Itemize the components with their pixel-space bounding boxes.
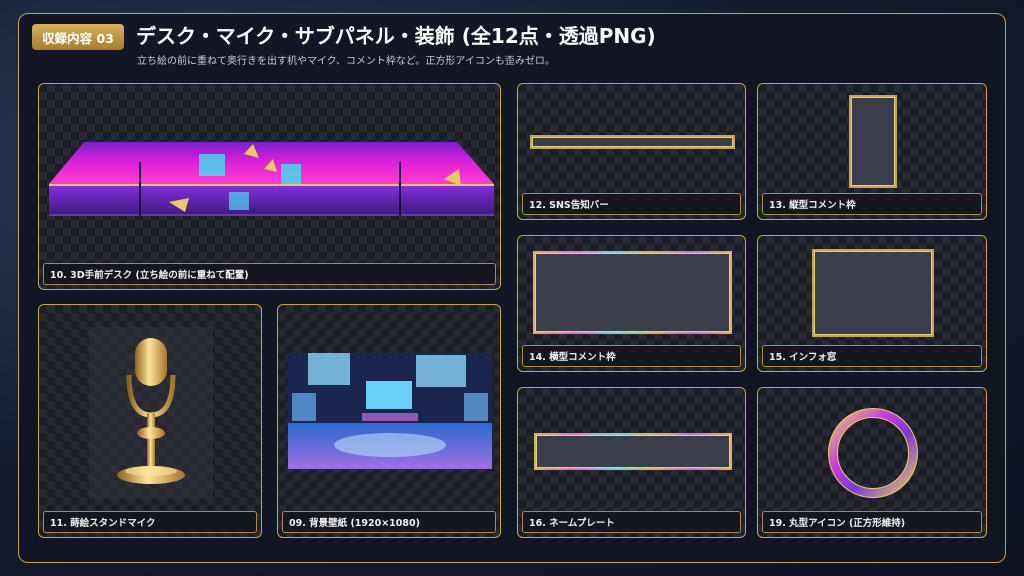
page-title: デスク・マイク・サブパネル・装飾 (全12点・透過PNG) [136,24,656,48]
card-nameplate[interactable]: 16. ネームプレート [517,387,746,538]
nameplate-image [534,433,732,470]
card-microphone-label: 11. 蒔絵スタンドマイク [43,511,257,533]
card-desk-label: 10. 3D手前デスク (立ち絵の前に重ねて配置) [43,263,496,285]
card-wallpaper[interactable]: 09. 背景壁紙 (1920×1080) [277,304,501,538]
card-horizontal-comment-label: 14. 横型コメント枠 [522,345,741,367]
card-microphone[interactable]: 11. 蒔絵スタンドマイク [38,304,262,538]
vertical-comment-image [849,95,897,188]
microphone-image [89,327,213,499]
desk-image [49,142,494,216]
card-info-window-label: 15. インフォ窓 [762,345,982,367]
round-icon-image [828,408,918,498]
card-horizontal-comment[interactable]: 14. 横型コメント枠 [517,235,746,372]
card-vertical-comment[interactable]: 13. 縦型コメント枠 [757,83,987,220]
card-wallpaper-label: 09. 背景壁紙 (1920×1080) [282,511,496,533]
horizontal-comment-image [533,251,732,334]
wallpaper-image [288,353,492,469]
sns-bar-image [530,135,735,149]
card-desk[interactable]: 10. 3D手前デスク (立ち絵の前に重ねて配置) [38,83,501,290]
section-badge: 収録内容 03 [32,24,124,50]
card-info-window[interactable]: 15. インフォ窓 [757,235,987,372]
card-sns-bar[interactable]: 12. SNS告知バー [517,83,746,220]
info-window-image [812,249,934,337]
card-round-icon[interactable]: 19. 丸型アイコン (正方形維持) [757,387,987,538]
card-vertical-comment-label: 13. 縦型コメント枠 [762,193,982,215]
card-round-icon-label: 19. 丸型アイコン (正方形維持) [762,511,982,533]
page-subtitle: 立ち絵の前に重ねて奥行きを出す机やマイク、コメント枠など。正方形アイコンも歪みゼ… [137,56,555,67]
card-nameplate-label: 16. ネームプレート [522,511,741,533]
card-sns-bar-label: 12. SNS告知バー [522,193,741,215]
